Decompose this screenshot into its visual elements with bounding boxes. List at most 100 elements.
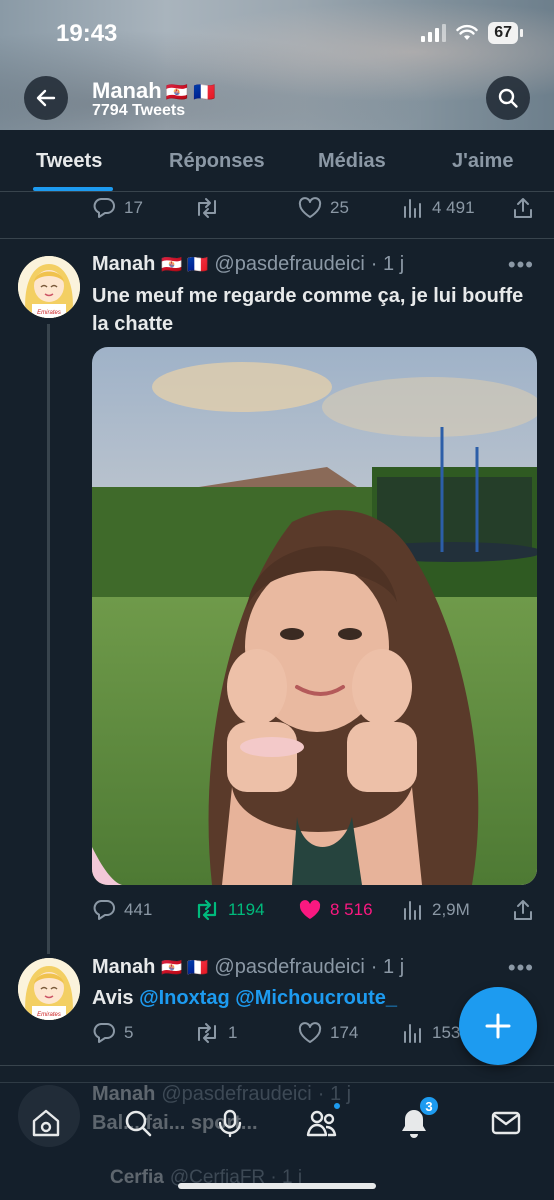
author-flags: 🇵🇫 🇫🇷 [161, 254, 209, 274]
reply-count: 5 [124, 1023, 134, 1042]
profile-flags: 🇵🇫 🇫🇷 [165, 82, 216, 102]
nav-spaces[interactable] [210, 1103, 250, 1143]
battery-indicator: 67 [488, 22, 523, 44]
author-flags: 🇵🇫 🇫🇷 [161, 957, 209, 977]
views-count: 153 [432, 1023, 461, 1042]
like-button[interactable]: 25 [298, 197, 349, 219]
microphone-icon [218, 1109, 242, 1138]
anime-avatar-image: Emirates [18, 958, 80, 1020]
reply-button[interactable]: 441 [92, 899, 152, 921]
retweet-icon [198, 198, 216, 218]
retweet-icon [198, 1023, 216, 1043]
notifications-badge: 3 [418, 1095, 440, 1117]
retweet-button[interactable]: 1194 [194, 899, 265, 921]
views-button[interactable]: 2,9M [402, 899, 470, 921]
nav-notifications[interactable]: 3 [394, 1095, 440, 1143]
back-button[interactable] [24, 76, 68, 120]
compose-tweet-button[interactable] [459, 987, 537, 1065]
svg-text:Emirates: Emirates [37, 1012, 61, 1018]
views-icon [404, 199, 421, 218]
retweet-button[interactable]: 1 [194, 1022, 237, 1044]
like-button[interactable]: 174 [298, 1022, 358, 1044]
nav-home[interactable] [26, 1103, 66, 1143]
heart-filled-icon [299, 900, 321, 919]
tweet-header: Manah 🇵🇫 🇫🇷 @pasdefraudeici · 1 j [92, 253, 404, 276]
reply-count: 17 [124, 198, 143, 217]
reply-icon [93, 198, 115, 218]
like-count: 8 516 [330, 900, 373, 919]
profile-tabs: Tweets Réponses Médias J'aime [0, 130, 554, 192]
tweet-photo[interactable] [92, 347, 537, 885]
more-options-icon[interactable]: ••• [508, 252, 534, 278]
tweet-divider [0, 238, 554, 239]
tweet-text: Une meuf me regarde comme ça, je lui bou… [92, 285, 524, 335]
like-button[interactable]: 8 516 [298, 899, 373, 921]
tweet-header: Manah 🇵🇫 🇫🇷 @pasdefraudeici · 1 j [92, 956, 404, 979]
tweet-author-handle[interactable]: @pasdefraudeici [214, 253, 364, 276]
views-button[interactable]: 153 [402, 1022, 460, 1044]
svg-text:Emirates: Emirates [37, 310, 61, 316]
heart-icon [298, 1022, 322, 1043]
share-button[interactable] [512, 899, 534, 921]
search-button[interactable] [486, 76, 530, 120]
tweet-author-name[interactable]: Manah [92, 253, 155, 276]
home-icon [32, 1109, 60, 1137]
views-count: 2,9M [432, 900, 470, 919]
views-count: 4 491 [432, 198, 475, 217]
nav-messages[interactable] [486, 1103, 526, 1143]
profile-name: Manah 🇵🇫 🇫🇷 [92, 78, 216, 103]
search-icon [125, 1110, 152, 1137]
tweet-count: 7794 Tweets [92, 102, 186, 119]
reply-button[interactable]: 5 [92, 1022, 133, 1044]
views-icon [404, 901, 421, 920]
new-activity-dot [332, 1101, 342, 1111]
retweet-button[interactable] [194, 197, 220, 219]
avatar[interactable]: Emirates [18, 958, 80, 1020]
avatar[interactable]: Emirates [18, 256, 80, 318]
mention-link[interactable]: @Michoucroute_ [235, 987, 397, 1009]
people-icon [306, 1110, 337, 1137]
anime-avatar-image: Emirates [18, 256, 80, 318]
tab-likes[interactable]: J'aime [452, 150, 513, 173]
tab-replies[interactable]: Réponses [169, 150, 265, 173]
wifi-icon [456, 24, 478, 40]
tweet-author-name[interactable]: Manah [92, 956, 155, 979]
retweet-count: 1 [228, 1023, 238, 1042]
tweet-time: · 1 j [370, 956, 405, 978]
tweet-time: · 1 j [370, 253, 405, 275]
plus-icon [485, 1013, 511, 1039]
views-icon [404, 1024, 421, 1043]
tweet-actions: 441 1194 8 516 2,9M [92, 898, 536, 922]
tab-tweets[interactable]: Tweets [36, 150, 102, 173]
profile-header-banner: 19:43 67 Manah 🇵🇫 🇫🇷 7794 Tweets [0, 0, 554, 130]
cellular-signal-icon [421, 24, 447, 42]
photo-image [92, 347, 537, 885]
tab-media[interactable]: Médias [318, 150, 386, 173]
nav-search[interactable] [118, 1103, 158, 1143]
like-count: 174 [330, 1023, 359, 1042]
reply-count: 441 [124, 900, 153, 919]
previous-tweet-actions: 17 25 4 491 [92, 196, 536, 220]
share-icon [514, 198, 532, 218]
tweet-author-handle[interactable]: @pasdefraudeici [214, 956, 364, 979]
more-options-icon[interactable]: ••• [508, 955, 534, 981]
status-bar: 19:43 67 [0, 18, 554, 54]
retweet-icon [197, 899, 217, 921]
status-time: 19:43 [56, 20, 118, 47]
search-icon [498, 88, 518, 108]
reply-button[interactable]: 17 [92, 197, 143, 219]
mention-link[interactable]: @Inoxtag [139, 987, 230, 1009]
arrow-left-icon [36, 89, 56, 107]
views-button[interactable]: 4 491 [402, 197, 475, 219]
nav-communities[interactable] [302, 1101, 342, 1143]
heart-icon [298, 197, 322, 218]
retweet-count: 1194 [228, 900, 265, 919]
share-button[interactable] [512, 197, 534, 219]
active-tab-indicator [33, 187, 113, 191]
reply-icon [93, 900, 115, 920]
like-count: 25 [330, 198, 349, 217]
home-indicator [178, 1183, 376, 1189]
status-icons: 67 [421, 22, 523, 44]
reply-icon [93, 1023, 115, 1043]
tweet-divider [0, 1065, 554, 1066]
